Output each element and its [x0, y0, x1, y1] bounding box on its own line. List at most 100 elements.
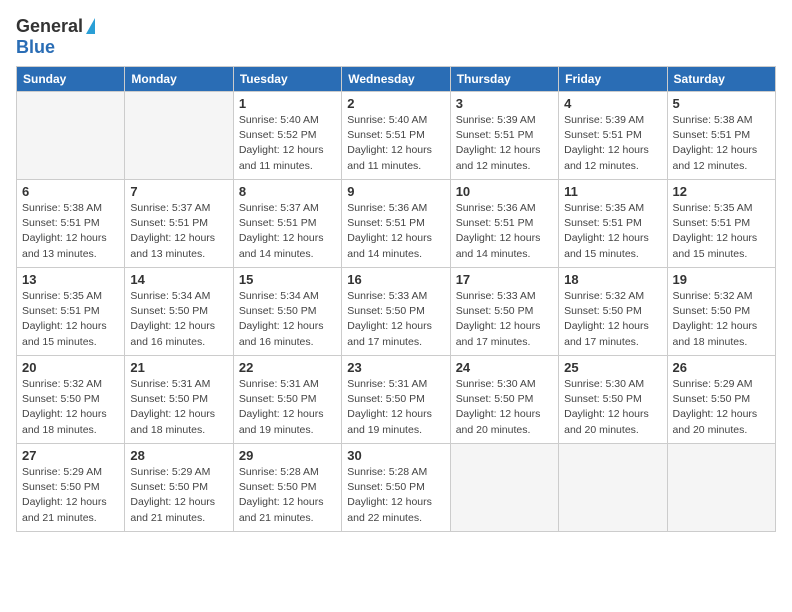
sun-info: Sunset: 5:50 PM: [456, 393, 534, 405]
daylight-hours: Daylight: 12 hours and 21 minutes.: [130, 496, 215, 523]
calendar-cell: 24Sunrise: 5:30 AMSunset: 5:50 PMDayligh…: [450, 356, 558, 444]
day-number: 13: [22, 272, 119, 287]
daylight-hours: Daylight: 12 hours and 20 minutes.: [564, 408, 649, 435]
week-row: 20Sunrise: 5:32 AMSunset: 5:50 PMDayligh…: [17, 356, 776, 444]
sun-info: Sunrise: 5:37 AM: [130, 202, 210, 214]
week-row: 1 Sunrise: 5:40 AMSunset: 5:52 PMDaylight…: [17, 92, 776, 180]
daylight-hours: Daylight: 12 hours and 15 minutes.: [673, 232, 758, 259]
day-number: 15: [239, 272, 336, 287]
calendar-cell: 13Sunrise: 5:35 AMSunset: 5:51 PMDayligh…: [17, 268, 125, 356]
sun-info: Sunrise: 5:32 AM: [673, 290, 753, 302]
day-number: 5: [673, 96, 770, 111]
calendar-cell: 25 Sunrise: 5:30 AMSunset: 5:50 PMDayligh…: [559, 356, 667, 444]
sun-info: Sunrise: 5:28 AM: [239, 466, 319, 478]
day-info: Sunrise: 5:40 AMSunset: 5:52 PMDaylight:…: [239, 113, 336, 174]
calendar-cell: 26 Sunrise: 5:29 AMSunset: 5:50 PMDayligh…: [667, 356, 775, 444]
sun-info: Sunrise: 5:31 AM: [347, 378, 427, 390]
daylight-hours: Daylight: 12 hours and 19 minutes.: [347, 408, 432, 435]
day-number: 29: [239, 448, 336, 463]
day-info: Sunrise: 5:36 AMSunset: 5:51 PMDaylight:…: [456, 201, 553, 262]
logo-blue-text: Blue: [16, 37, 55, 57]
sun-info: Sunrise: 5:34 AM: [239, 290, 319, 302]
day-info: Sunrise: 5:38 AMSunset: 5:51 PMDaylight:…: [673, 113, 770, 174]
sun-info: Sunset: 5:51 PM: [22, 305, 100, 317]
day-number: 27: [22, 448, 119, 463]
calendar-cell: 28Sunrise: 5:29 AMSunset: 5:50 PMDayligh…: [125, 444, 233, 532]
calendar-cell: [667, 444, 775, 532]
sun-info: Sunrise: 5:35 AM: [673, 202, 753, 214]
daylight-hours: Daylight: 12 hours and 20 minutes.: [456, 408, 541, 435]
header: General Blue: [16, 16, 776, 58]
sun-info: Sunset: 5:50 PM: [22, 481, 100, 493]
day-info: Sunrise: 5:31 AMSunset: 5:50 PMDaylight:…: [130, 377, 227, 438]
day-number: 24: [456, 360, 553, 375]
calendar-cell: 11 Sunrise: 5:35 AMSunset: 5:51 PMDayligh…: [559, 180, 667, 268]
sun-info: Sunset: 5:51 PM: [239, 217, 317, 229]
sun-info: Sunset: 5:50 PM: [239, 393, 317, 405]
calendar-cell: 1 Sunrise: 5:40 AMSunset: 5:52 PMDaylight…: [233, 92, 341, 180]
day-number: 25: [564, 360, 661, 375]
day-info: Sunrise: 5:35 AMSunset: 5:51 PMDaylight:…: [564, 201, 661, 262]
day-number: 8: [239, 184, 336, 199]
day-number: 12: [673, 184, 770, 199]
day-info: Sunrise: 5:39 AMSunset: 5:51 PMDaylight:…: [564, 113, 661, 174]
sun-info: Sunset: 5:50 PM: [130, 305, 208, 317]
calendar-cell: 27 Sunrise: 5:29 AMSunset: 5:50 PMDayligh…: [17, 444, 125, 532]
week-row: 13Sunrise: 5:35 AMSunset: 5:51 PMDayligh…: [17, 268, 776, 356]
day-number: 26: [673, 360, 770, 375]
daylight-hours: Daylight: 12 hours and 15 minutes.: [564, 232, 649, 259]
sun-info: Sunrise: 5:29 AM: [130, 466, 210, 478]
day-number: 1: [239, 96, 336, 111]
daylight-hours: Daylight: 12 hours and 17 minutes.: [456, 320, 541, 347]
daylight-hours: Daylight: 12 hours and 14 minutes.: [456, 232, 541, 259]
day-number: 11: [564, 184, 661, 199]
daylight-hours: Daylight: 12 hours and 14 minutes.: [347, 232, 432, 259]
weekday-header: Friday: [559, 67, 667, 92]
sun-info: Sunset: 5:51 PM: [673, 129, 751, 141]
sun-info: Sunset: 5:50 PM: [673, 305, 751, 317]
day-number: 16: [347, 272, 444, 287]
sun-info: Sunset: 5:50 PM: [564, 305, 642, 317]
weekday-header: Thursday: [450, 67, 558, 92]
day-number: 4: [564, 96, 661, 111]
sun-info: Sunset: 5:51 PM: [564, 129, 642, 141]
day-number: 20: [22, 360, 119, 375]
calendar-header-row: SundayMondayTuesdayWednesdayThursdayFrid…: [17, 67, 776, 92]
day-number: 22: [239, 360, 336, 375]
day-number: 3: [456, 96, 553, 111]
calendar-cell: 9Sunrise: 5:36 AMSunset: 5:51 PMDaylight…: [342, 180, 450, 268]
calendar-cell: 7Sunrise: 5:37 AMSunset: 5:51 PMDaylight…: [125, 180, 233, 268]
calendar-cell: [125, 92, 233, 180]
calendar-cell: 22 Sunrise: 5:31 AM Sunset: 5:50 PM Dayligh…: [233, 356, 341, 444]
day-info: Sunrise: 5:35 AMSunset: 5:51 PMDaylight:…: [673, 201, 770, 262]
calendar-cell: 16Sunrise: 5:33 AMSunset: 5:50 PMDayligh…: [342, 268, 450, 356]
calendar-cell: 18Sunrise: 5:32 AMSunset: 5:50 PMDayligh…: [559, 268, 667, 356]
daylight-hours: Daylight: 12 hours and 18 minutes.: [673, 320, 758, 347]
sun-info: Sunrise: 5:40 AM: [239, 114, 319, 126]
logo-general-text: General: [16, 16, 83, 37]
weekday-header: Monday: [125, 67, 233, 92]
sun-info: Sunset: 5:50 PM: [239, 305, 317, 317]
sun-info: Sunrise: 5:31 AM: [239, 378, 319, 390]
day-info: Sunrise: 5:29 AMSunset: 5:50 PMDaylight:…: [22, 465, 119, 526]
calendar-cell: 20Sunrise: 5:32 AMSunset: 5:50 PMDayligh…: [17, 356, 125, 444]
sun-info: Sunrise: 5:29 AM: [673, 378, 753, 390]
sun-info: Sunrise: 5:35 AM: [564, 202, 644, 214]
day-info: Sunrise: 5:30 AMSunset: 5:50 PMDaylight:…: [564, 377, 661, 438]
sun-info: Sunset: 5:50 PM: [130, 393, 208, 405]
day-info: Sunrise: 5:29 AMSunset: 5:50 PMDaylight:…: [673, 377, 770, 438]
sun-info: Sunset: 5:51 PM: [347, 129, 425, 141]
daylight-hours: Daylight: 12 hours and 13 minutes.: [130, 232, 215, 259]
day-info: Sunrise: 5:34 AMSunset: 5:50 PMDaylight:…: [239, 289, 336, 350]
day-number: 9: [347, 184, 444, 199]
day-number: 18: [564, 272, 661, 287]
sun-info: Sunrise: 5:39 AM: [456, 114, 536, 126]
sun-info: Sunset: 5:51 PM: [130, 217, 208, 229]
daylight-hours: Daylight: 12 hours and 12 minutes.: [456, 144, 541, 171]
day-info: Sunrise: 5:28 AMSunset: 5:50 PMDaylight:…: [347, 465, 444, 526]
day-number: 10: [456, 184, 553, 199]
daylight-hours: Daylight: 12 hours and 19 minutes.: [239, 408, 324, 435]
daylight-hours: Daylight: 12 hours and 17 minutes.: [347, 320, 432, 347]
day-number: 17: [456, 272, 553, 287]
day-info: Sunrise: 5:39 AMSunset: 5:51 PMDaylight:…: [456, 113, 553, 174]
